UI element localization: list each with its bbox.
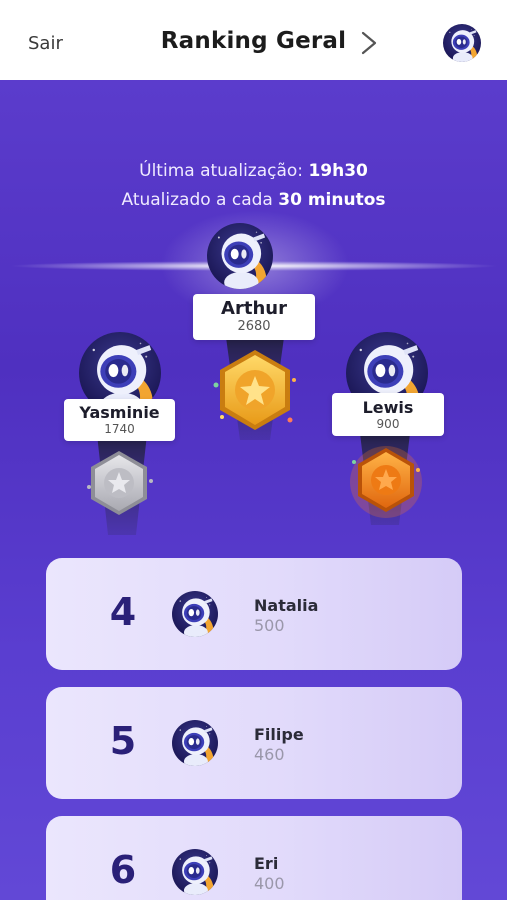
rank-name: Natalia	[254, 596, 319, 615]
gold-medal-icon	[213, 350, 296, 430]
avatar	[172, 591, 218, 637]
rank-position: 6	[109, 848, 137, 892]
avatar	[172, 720, 218, 766]
top-bar: Sair Ranking Geral	[0, 0, 507, 80]
rank-name: Filipe	[254, 725, 304, 744]
update-interval-label: Atualizado a cada	[121, 190, 279, 210]
ranking-panel: Última atualização: 19h30 Atualizado a c…	[0, 80, 507, 900]
chevron-right-icon[interactable]	[358, 30, 380, 56]
podium-points-second: 1740	[104, 422, 135, 436]
rank-name: Eri	[254, 854, 279, 873]
last-update-time: 19h30	[308, 161, 368, 181]
podium-card-third: Lewis 900	[332, 393, 444, 436]
podium-name-second: Yasminie	[79, 403, 160, 422]
update-interval-value: 30 minutos	[278, 190, 386, 210]
podium-avatar-first[interactable]	[207, 223, 273, 289]
ranking-row[interactable]: 6 Eri 400	[46, 816, 462, 900]
podium-card-second: Yasminie 1740	[64, 399, 175, 441]
last-update-text: Última atualização: 19h30	[0, 161, 507, 181]
page-title-text: Ranking Geral	[160, 28, 347, 54]
rank-position: 4	[109, 590, 137, 634]
rank-position: 5	[109, 719, 137, 763]
user-avatar[interactable]	[443, 24, 481, 62]
podium-points-third: 900	[376, 417, 400, 431]
page-title: Ranking Geral	[0, 28, 507, 54]
podium-points-first: 2680	[237, 319, 271, 334]
avatar	[172, 849, 218, 895]
podium-card-first: Arthur 2680	[193, 294, 315, 340]
podium-name-third: Lewis	[362, 398, 414, 417]
update-interval-text: Atualizado a cada 30 minutos	[0, 190, 507, 210]
silver-medal-icon	[87, 451, 153, 515]
rank-points: 500	[254, 616, 285, 635]
podium-name-first: Arthur	[221, 298, 287, 319]
rank-points: 460	[254, 745, 285, 764]
rank-points: 400	[254, 874, 285, 893]
last-update-label: Última atualização:	[139, 161, 309, 181]
bronze-medal-icon	[350, 446, 422, 518]
ranking-row[interactable]: 5 Filipe 460	[46, 687, 462, 799]
ranking-row[interactable]: 4 Natalia 500	[46, 558, 462, 670]
